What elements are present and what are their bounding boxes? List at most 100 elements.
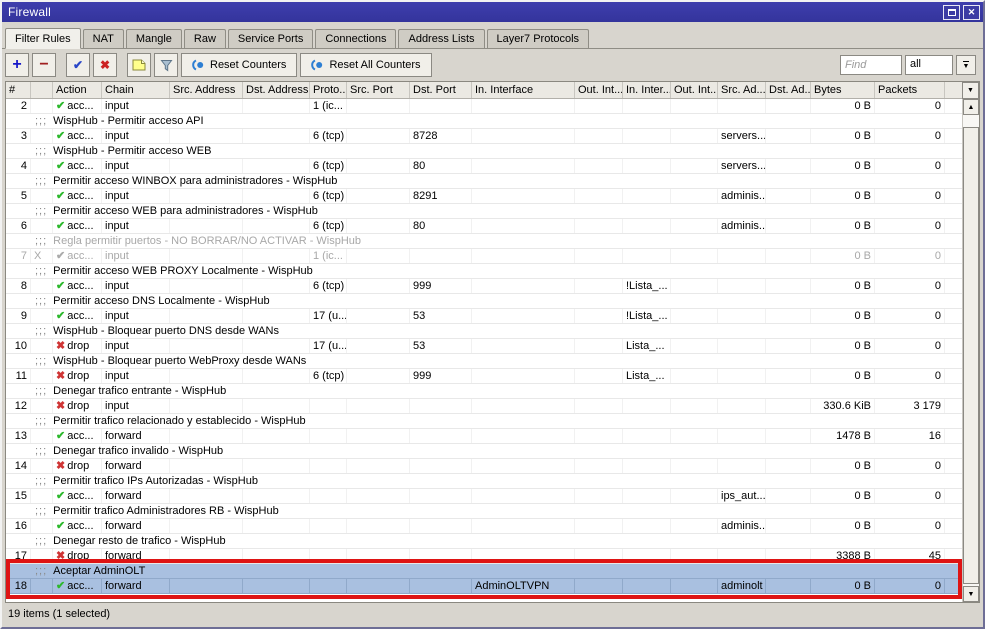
comment-text: Denegar trafico invalido - WispHub [53,444,223,458]
comment-row[interactable]: ;;;Denegar trafico entrante - WispHub [6,384,962,399]
cell-src_address_list: adminis... [718,189,766,203]
drop-icon: ✖ [56,341,65,352]
cell-src_address_list: adminolt [718,579,766,593]
cell-dst_address_list [766,249,811,263]
tab-layer7-protocols[interactable]: Layer7 Protocols [487,29,590,48]
rule-row[interactable]: 4✔acc...input6 (tcp)80servers...0 B0 [6,159,962,174]
column-header-chain[interactable]: Chain [102,82,170,98]
comment-row[interactable]: ;;;Permitir trafico relacionado y establ… [6,414,962,429]
comment-text: Permitir acceso WINBOX para administrado… [53,174,337,188]
reset-counters-button[interactable]: Reset Counters [181,53,297,77]
comment-row[interactable]: ;;;WispHub - Permitir acceso WEB [6,144,962,159]
filter-button[interactable] [154,53,178,77]
add-rule-button[interactable]: + [5,53,29,77]
column-header-src_address_list[interactable]: Src. Ad... [718,82,766,98]
column-header-in_interface[interactable]: In. Interface [472,82,575,98]
comment-row[interactable]: ;;;Aceptar AdminOLT [6,564,962,579]
cell-src_address [170,219,243,233]
rule-row[interactable]: 6✔acc...input6 (tcp)80adminis...0 B0 [6,219,962,234]
scroll-down-button[interactable]: ▼ [963,586,979,602]
rule-row[interactable]: 7X✔acc...input1 (ic...0 B0 [6,249,962,264]
rule-row[interactable]: 18✔acc...forwardAdminOLTVPNadminolt0 B0 [6,579,962,594]
comment-row[interactable]: ;;;Permitir acceso WEB para administrado… [6,204,962,219]
tab-mangle[interactable]: Mangle [126,29,182,48]
tab-address-lists[interactable]: Address Lists [398,29,484,48]
scrollbar-thumb[interactable] [963,127,979,584]
cell-protocol [310,549,347,563]
cell-in_interface [472,399,575,413]
cell-protocol: 17 (u... [310,339,347,353]
column-header-out_interface_list[interactable]: Out. Int... [671,82,718,98]
comment-button[interactable] [127,53,151,77]
column-header-flag[interactable] [31,82,53,98]
comment-row[interactable]: ;;;WispHub - Bloquear puerto WebProxy de… [6,354,962,369]
scrollbar-track[interactable] [963,115,979,586]
cell-flag [31,189,53,203]
cell-action: ✔acc... [53,519,102,533]
filter-scope-dropdown-button[interactable]: ▼ [956,55,976,75]
tab-filter-rules[interactable]: Filter Rules [5,28,81,49]
cell-in_interface [472,519,575,533]
filter-scope-select[interactable]: all [905,55,953,75]
cell-dst_address_list [766,369,811,383]
cell-num: 10 [6,339,31,353]
comment-row[interactable]: ;;;WispHub - Permitir acceso API [6,114,962,129]
rule-row[interactable]: 9✔acc...input17 (u...53!Lista_...0 B0 [6,309,962,324]
rule-row[interactable]: 12✖dropinput330.6 KiB3 179 [6,399,962,414]
disable-rule-button[interactable]: ✖ [93,53,117,77]
cell-src_address [170,129,243,143]
rule-row[interactable]: 14✖dropforward0 B0 [6,459,962,474]
column-header-src_port[interactable]: Src. Port [347,82,410,98]
rule-row[interactable]: 8✔acc...input6 (tcp)999!Lista_...0 B0 [6,279,962,294]
tab-nat[interactable]: NAT [83,29,124,48]
column-header-dst_port[interactable]: Dst. Port [410,82,472,98]
cell-packets: 3 179 [875,399,945,413]
cell-src_address_list [718,339,766,353]
cell-in_interface [472,339,575,353]
rule-row[interactable]: 13✔acc...forward1478 B16 [6,429,962,444]
column-header-bytes[interactable]: Bytes [811,82,875,98]
comment-row[interactable]: ;;;Permitir trafico Administradores RB -… [6,504,962,519]
close-button[interactable]: ✕ [963,5,980,20]
column-options-button[interactable]: ▼ [962,82,979,99]
reset-icon [311,59,324,71]
column-header-dst_address_list[interactable]: Dst. Ad... [766,82,811,98]
column-header-action[interactable]: Action [53,82,102,98]
cell-flag [31,429,53,443]
maximize-button[interactable] [943,5,960,20]
comment-row[interactable]: ;;;Permitir acceso WINBOX para administr… [6,174,962,189]
reset-all-counters-button[interactable]: Reset All Counters [300,53,431,77]
column-header-in_interface_list[interactable]: In. Inter... [623,82,671,98]
comment-row[interactable]: ;;;Permitir acceso DNS Localmente - Wisp… [6,294,962,309]
column-header-src_address[interactable]: Src. Address [170,82,243,98]
rule-row[interactable]: 16✔acc...forwardadminis...0 B0 [6,519,962,534]
tab-connections[interactable]: Connections [315,29,396,48]
scroll-up-button[interactable]: ▲ [963,99,979,115]
comment-row[interactable]: ;;;Permitir acceso WEB PROXY Localmente … [6,264,962,279]
tab-raw[interactable]: Raw [184,29,226,48]
comment-row[interactable]: ;;;Denegar resto de trafico - WispHub [6,534,962,549]
comment-row[interactable]: ;;;Regla permitir puertos - NO BORRAR/NO… [6,234,962,249]
comment-row[interactable]: ;;;Denegar trafico invalido - WispHub [6,444,962,459]
column-header-out_interface[interactable]: Out. Int... [575,82,623,98]
rule-row[interactable]: 5✔acc...input6 (tcp)8291adminis...0 B0 [6,189,962,204]
rule-row[interactable]: 2✔acc...input1 (ic...0 B0 [6,99,962,114]
comment-row[interactable]: ;;;Permitir trafico IPs Autorizadas - Wi… [6,474,962,489]
tab-service-ports[interactable]: Service Ports [228,29,313,48]
column-header-protocol[interactable]: Proto... [310,82,347,98]
cell-action: ✖drop [53,549,102,563]
enable-rule-button[interactable]: ✔ [66,53,90,77]
titlebar[interactable]: Firewall ✕ [2,2,983,22]
rule-row[interactable]: 10✖dropinput17 (u...53Lista_...0 B0 [6,339,962,354]
comment-row[interactable]: ;;;WispHub - Bloquear puerto DNS desde W… [6,324,962,339]
cell-dst_address [243,549,310,563]
rule-row[interactable]: 11✖dropinput6 (tcp)999Lista_...0 B0 [6,369,962,384]
find-input[interactable] [840,55,902,75]
column-header-packets[interactable]: Packets [875,82,945,98]
column-header-dst_address[interactable]: Dst. Address [243,82,310,98]
rule-row[interactable]: 17✖dropforward3388 B45 [6,549,962,564]
rule-row[interactable]: 3✔acc...input6 (tcp)8728servers...0 B0 [6,129,962,144]
remove-rule-button[interactable]: − [32,53,56,77]
rule-row[interactable]: 15✔acc...forwardips_aut...0 B0 [6,489,962,504]
column-header-num[interactable]: # [6,82,31,98]
